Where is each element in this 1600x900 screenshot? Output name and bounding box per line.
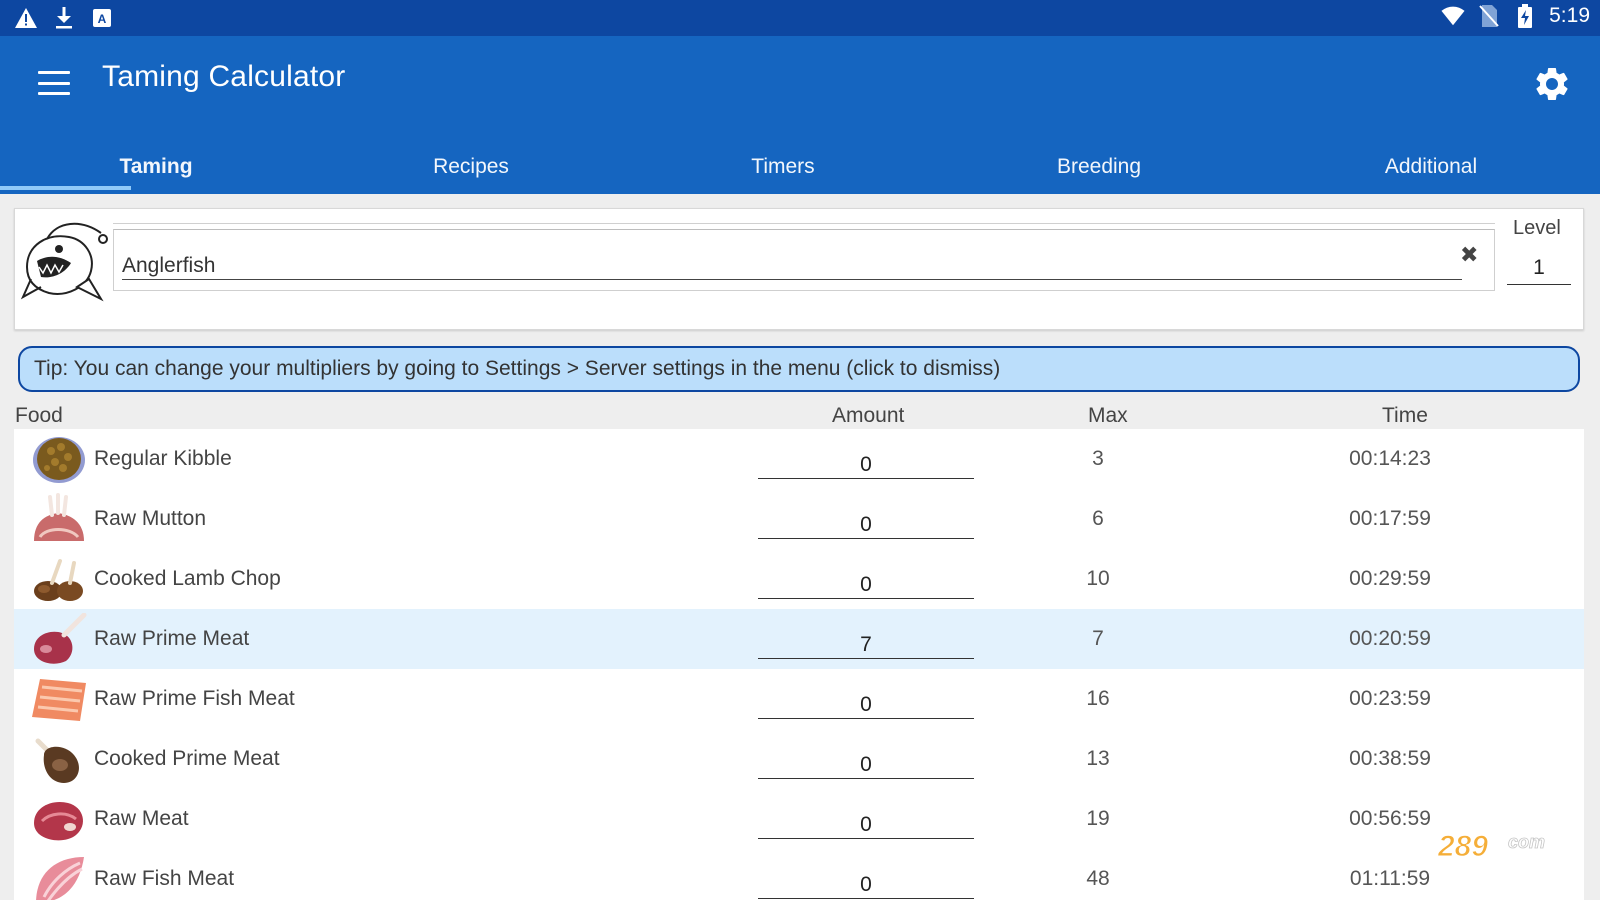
wifi-icon (1441, 4, 1465, 28)
status-time: 5:19 (1549, 4, 1590, 27)
column-header-food: Food (15, 404, 63, 427)
max-value: 6 (1092, 507, 1104, 530)
menu-icon[interactable] (36, 68, 72, 98)
table-header: Food Amount Max Time (0, 400, 1600, 430)
raw-prime-meat-icon (30, 612, 88, 665)
time-value: 00:17:59 (1349, 507, 1431, 530)
svg-text:A: A (98, 12, 107, 26)
amount-input[interactable] (758, 743, 974, 779)
max-value: 3 (1092, 447, 1104, 470)
warning-icon (14, 6, 38, 30)
download-icon (52, 6, 76, 30)
tab-breeding[interactable]: Breeding (936, 140, 1262, 194)
food-name: Raw Fish Meat (94, 867, 235, 890)
column-header-amount: Amount (832, 404, 905, 427)
anglerfish-icon (17, 215, 109, 307)
status-bar-system: 5:19 (1441, 4, 1590, 28)
tab-additional[interactable]: Additional (1262, 140, 1600, 194)
time-value: 01:11:59 (1349, 867, 1431, 890)
food-name: Raw Prime Fish Meat (94, 687, 295, 710)
amount-input[interactable] (758, 863, 974, 899)
time-value: 00:20:59 (1349, 627, 1431, 650)
kibble-icon (30, 433, 88, 485)
raw-mutton-icon (30, 493, 88, 545)
table-row[interactable]: Cooked Lamb Chop 10 00:29:59 (14, 549, 1584, 609)
max-value: 13 (1086, 747, 1110, 770)
tab-timers[interactable]: Timers (630, 140, 936, 194)
amount-input[interactable] (758, 503, 974, 539)
table-row[interactable]: Regular Kibble 3 00:14:23 (14, 429, 1584, 489)
app-bar: Taming Calculator Taming Recipes Timers … (0, 36, 1600, 194)
food-name: Regular Kibble (94, 447, 232, 470)
column-header-time: Time (1382, 404, 1428, 427)
gear-icon[interactable] (1532, 64, 1572, 104)
cooked-lamb-chop-icon (30, 553, 88, 605)
watermark-logo: 289 com (1436, 826, 1578, 866)
table-row-selected[interactable]: Raw Prime Meat 7 00:20:59 (14, 609, 1584, 669)
raw-prime-fish-meat-icon (30, 673, 88, 725)
time-value: 00:23:59 (1349, 687, 1431, 710)
amount-input[interactable] (758, 623, 974, 659)
time-value: 00:14:23 (1349, 447, 1431, 470)
app-a-icon: A (90, 6, 114, 30)
food-name: Raw Meat (94, 807, 189, 830)
time-value: 00:38:59 (1349, 747, 1431, 770)
divider (113, 223, 1495, 224)
amount-input[interactable] (758, 443, 974, 479)
max-value: 7 (1092, 627, 1104, 650)
page-title: Taming Calculator (102, 60, 346, 93)
max-value: 19 (1086, 807, 1110, 830)
time-value: 00:29:59 (1349, 567, 1431, 590)
max-value: 16 (1086, 687, 1110, 710)
svg-text:com: com (1508, 832, 1545, 852)
creature-card: ✖ Level (14, 208, 1584, 330)
creature-search-input[interactable] (122, 240, 1462, 280)
food-table: Regular Kibble 3 00:14:23 Raw Mutton 6 0… (14, 429, 1584, 900)
tip-banner[interactable]: Tip: You can change your multipliers by … (18, 346, 1580, 392)
table-row[interactable]: Raw Fish Meat 48 01:11:59 (14, 849, 1584, 900)
creature-search-box: ✖ (113, 229, 1495, 291)
amount-input[interactable] (758, 683, 974, 719)
max-value: 48 (1086, 867, 1110, 890)
status-bar: A 5:19 (0, 0, 1600, 36)
amount-input[interactable] (758, 563, 974, 599)
tab-indicator (0, 186, 131, 190)
status-bar-notifications: A (14, 6, 114, 30)
table-row[interactable]: Raw Meat 19 00:56:59 (14, 789, 1584, 849)
raw-fish-meat-icon (30, 853, 88, 900)
close-icon[interactable]: ✖ (1460, 242, 1478, 268)
food-name: Cooked Lamb Chop (94, 567, 281, 590)
tab-recipes[interactable]: Recipes (312, 140, 630, 194)
food-name: Raw Mutton (94, 507, 207, 530)
amount-input[interactable] (758, 803, 974, 839)
level-input[interactable] (1507, 251, 1571, 285)
tab-bar: Taming Recipes Timers Breeding Additiona… (0, 140, 1600, 194)
no-sim-icon (1477, 4, 1501, 28)
battery-charging-icon (1513, 4, 1537, 28)
max-value: 10 (1086, 567, 1110, 590)
column-header-max: Max (1088, 404, 1128, 427)
table-row[interactable]: Raw Prime Fish Meat 16 00:23:59 (14, 669, 1584, 729)
level-label: Level (1513, 217, 1561, 239)
time-value: 00:56:59 (1349, 807, 1431, 830)
raw-meat-icon (30, 793, 88, 845)
food-name: Cooked Prime Meat (94, 747, 280, 770)
cooked-prime-meat-icon (30, 733, 88, 785)
svg-text:289: 289 (1437, 830, 1488, 863)
table-row[interactable]: Cooked Prime Meat 13 00:38:59 (14, 729, 1584, 789)
food-name: Raw Prime Meat (94, 627, 250, 650)
table-row[interactable]: Raw Mutton 6 00:17:59 (14, 489, 1584, 549)
